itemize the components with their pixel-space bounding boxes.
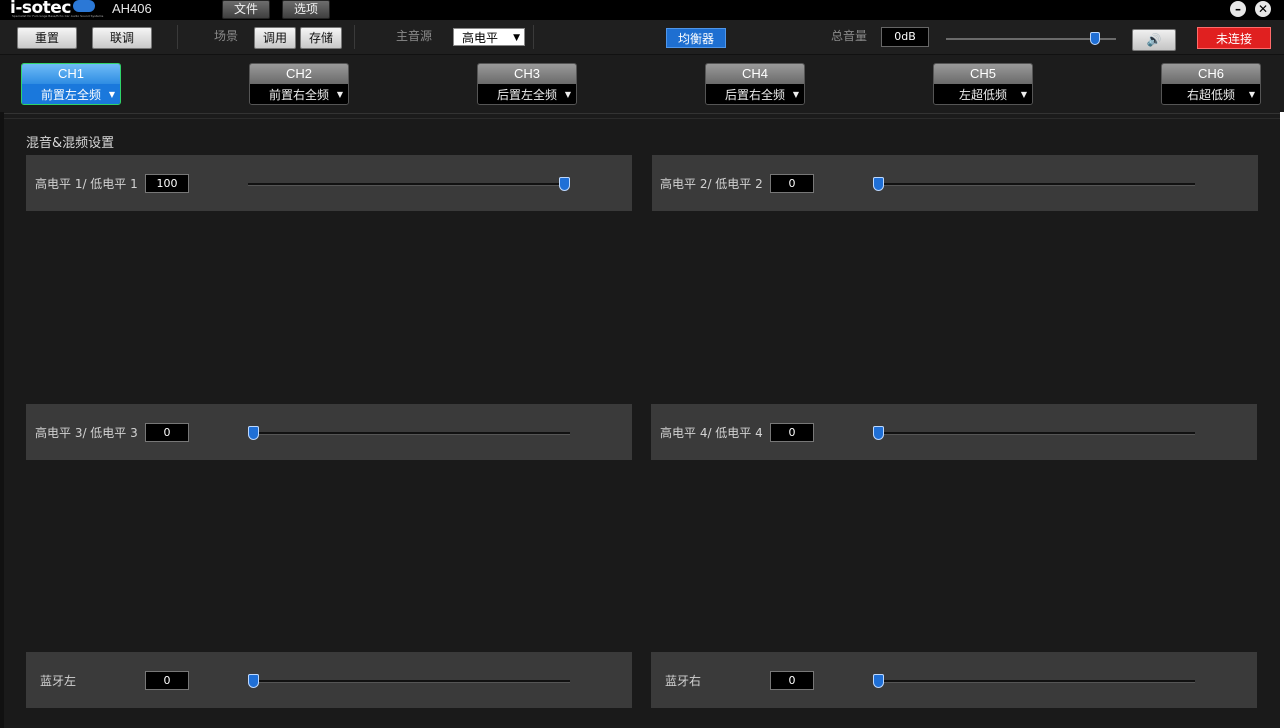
channel-assign-select[interactable]: 前置左全频 ▼ bbox=[22, 84, 120, 104]
channel-tab-ch5[interactable]: CH5 左超低频 ▼ bbox=[933, 63, 1033, 105]
mix-value-field[interactable]: 0 bbox=[770, 671, 814, 690]
chevron-down-icon: ▼ bbox=[792, 90, 799, 99]
main-source-select[interactable]: 高电平 ▼ bbox=[453, 28, 525, 46]
mix-control-label: 蓝牙左 bbox=[40, 674, 77, 688]
chevron-down-icon: ▼ bbox=[513, 33, 520, 43]
chevron-down-icon: ▼ bbox=[336, 90, 343, 99]
mix-slider[interactable] bbox=[248, 680, 570, 683]
menu-options[interactable]: 选项 bbox=[282, 0, 330, 19]
main-source-value: 高电平 bbox=[462, 31, 499, 45]
menu-file[interactable]: 文件 bbox=[222, 0, 270, 19]
recall-button[interactable]: 调用 bbox=[254, 27, 296, 49]
scene-label: 场景 bbox=[214, 29, 239, 43]
close-icon[interactable]: ✕ bbox=[1255, 1, 1271, 17]
mix-control-label: 高电平 3/ 低电平 3 bbox=[35, 426, 138, 440]
mix-slider[interactable] bbox=[248, 183, 570, 186]
mix-value-field[interactable]: 100 bbox=[145, 174, 189, 193]
brand-logo: i-sotec Specialist for Full-range Bass/E… bbox=[10, 0, 103, 20]
channel-tab-ch6[interactable]: CH6 右超低频 ▼ bbox=[1161, 63, 1261, 105]
channel-name: CH6 bbox=[1162, 64, 1260, 84]
chevron-down-icon: ▼ bbox=[564, 90, 571, 99]
mix-control-2: 高电平 2/ 低电平 2 0 bbox=[652, 155, 1258, 211]
channel-assign-select[interactable]: 左超低频 ▼ bbox=[934, 84, 1032, 104]
mix-control-label: 高电平 4/ 低电平 4 bbox=[660, 426, 763, 440]
master-volume-thumb[interactable] bbox=[1090, 32, 1100, 45]
channel-assign-select[interactable]: 后置左全频 ▼ bbox=[478, 84, 576, 104]
minimize-icon[interactable]: – bbox=[1230, 1, 1246, 17]
channel-assign-value: 左超低频 bbox=[958, 88, 1007, 102]
chevron-down-icon: ▼ bbox=[1020, 90, 1027, 99]
save-button[interactable]: 存储 bbox=[300, 27, 342, 49]
mix-value-field[interactable]: 0 bbox=[145, 423, 189, 442]
mix-slider[interactable] bbox=[873, 680, 1195, 683]
mix-slider[interactable] bbox=[248, 432, 570, 435]
mix-slider-thumb[interactable] bbox=[873, 426, 884, 440]
channel-assign-value: 右超低频 bbox=[1186, 88, 1235, 102]
channel-assign-select[interactable]: 前置右全频 ▼ bbox=[250, 84, 348, 104]
channel-tab-ch1[interactable]: CH1 前置左全频 ▼ bbox=[21, 63, 121, 105]
master-volume-label: 总音量 bbox=[831, 29, 868, 43]
mix-value-field[interactable]: 0 bbox=[145, 671, 189, 690]
mix-control-bluetooth-left: 蓝牙左 0 bbox=[26, 652, 632, 708]
model-name: AH406 bbox=[112, 1, 152, 16]
channel-assign-value: 前置左全频 bbox=[40, 88, 101, 102]
channel-name: CH4 bbox=[706, 64, 804, 84]
channel-assign-select[interactable]: 右超低频 ▼ bbox=[1162, 84, 1260, 104]
channel-bar: CH1 前置左全频 ▼ CH2 前置右全频 ▼ CH3 后置左全频 ▼ CH4 后置右… bbox=[0, 55, 1284, 114]
link-button[interactable]: 联调 bbox=[92, 27, 152, 49]
mix-control-label: 高电平 2/ 低电平 2 bbox=[660, 177, 763, 191]
mix-slider[interactable] bbox=[873, 183, 1195, 186]
connection-status-button[interactable]: 未连接 bbox=[1197, 27, 1271, 49]
mix-slider-thumb[interactable] bbox=[248, 674, 259, 688]
window-right-edge bbox=[1280, 112, 1284, 728]
mix-control-4: 高电平 4/ 低电平 4 0 bbox=[651, 404, 1257, 460]
master-volume-field[interactable]: 0dB bbox=[881, 27, 929, 47]
channel-tab-ch4[interactable]: CH4 后置右全频 ▼ bbox=[705, 63, 805, 105]
speaker-icon: 🔊 bbox=[1146, 33, 1162, 47]
toolbar-divider bbox=[177, 25, 178, 49]
channel-assign-value: 后置右全频 bbox=[724, 88, 785, 102]
channel-name: CH3 bbox=[478, 64, 576, 84]
toolbar-divider bbox=[533, 25, 534, 49]
mix-slider-thumb[interactable] bbox=[248, 426, 259, 440]
title-bar: i-sotec Specialist for Full-range Bass/E… bbox=[0, 0, 1284, 20]
channel-assign-select[interactable]: 后置右全频 ▼ bbox=[706, 84, 804, 104]
chevron-down-icon: ▼ bbox=[1248, 90, 1255, 99]
main-source-label: 主音源 bbox=[396, 29, 433, 43]
mix-slider[interactable] bbox=[873, 432, 1195, 435]
channel-name: CH1 bbox=[22, 64, 120, 84]
channel-assign-value: 后置左全频 bbox=[496, 88, 557, 102]
toolbar: 重置 联调 场景 调用 存储 主音源 高电平 ▼ 均衡器 总音量 0dB 🔊 未… bbox=[0, 20, 1284, 55]
mix-control-1: 高电平 1/ 低电平 1 100 bbox=[26, 155, 632, 211]
channel-name: CH5 bbox=[934, 64, 1032, 84]
chevron-down-icon: ▼ bbox=[108, 90, 115, 99]
channel-name: CH2 bbox=[250, 64, 348, 84]
mix-slider-thumb[interactable] bbox=[559, 177, 570, 191]
mix-value-field[interactable]: 0 bbox=[770, 423, 814, 442]
mix-slider-thumb[interactable] bbox=[873, 177, 884, 191]
mixer-section-title: 混音&混频设置 bbox=[26, 136, 115, 151]
brand-tagline: Specialist for Full-range Bass/Echo Car … bbox=[12, 14, 104, 18]
equalizer-button[interactable]: 均衡器 bbox=[666, 28, 726, 48]
mix-control-label: 高电平 1/ 低电平 1 bbox=[35, 177, 138, 191]
channel-tab-ch2[interactable]: CH2 前置右全频 ▼ bbox=[249, 63, 349, 105]
mix-value-field[interactable]: 0 bbox=[770, 174, 814, 193]
brand-logo-mark bbox=[72, 0, 95, 12]
mute-button[interactable]: 🔊 bbox=[1132, 29, 1176, 51]
mix-control-3: 高电平 3/ 低电平 3 0 bbox=[26, 404, 632, 460]
mix-slider-thumb[interactable] bbox=[873, 674, 884, 688]
mix-control-label: 蓝牙右 bbox=[665, 674, 702, 688]
channel-tab-ch3[interactable]: CH3 后置左全频 ▼ bbox=[477, 63, 577, 105]
mix-control-bluetooth-right: 蓝牙右 0 bbox=[651, 652, 1257, 708]
reset-button[interactable]: 重置 bbox=[17, 27, 77, 49]
toolbar-divider bbox=[354, 25, 355, 49]
channel-assign-value: 前置右全频 bbox=[268, 88, 329, 102]
